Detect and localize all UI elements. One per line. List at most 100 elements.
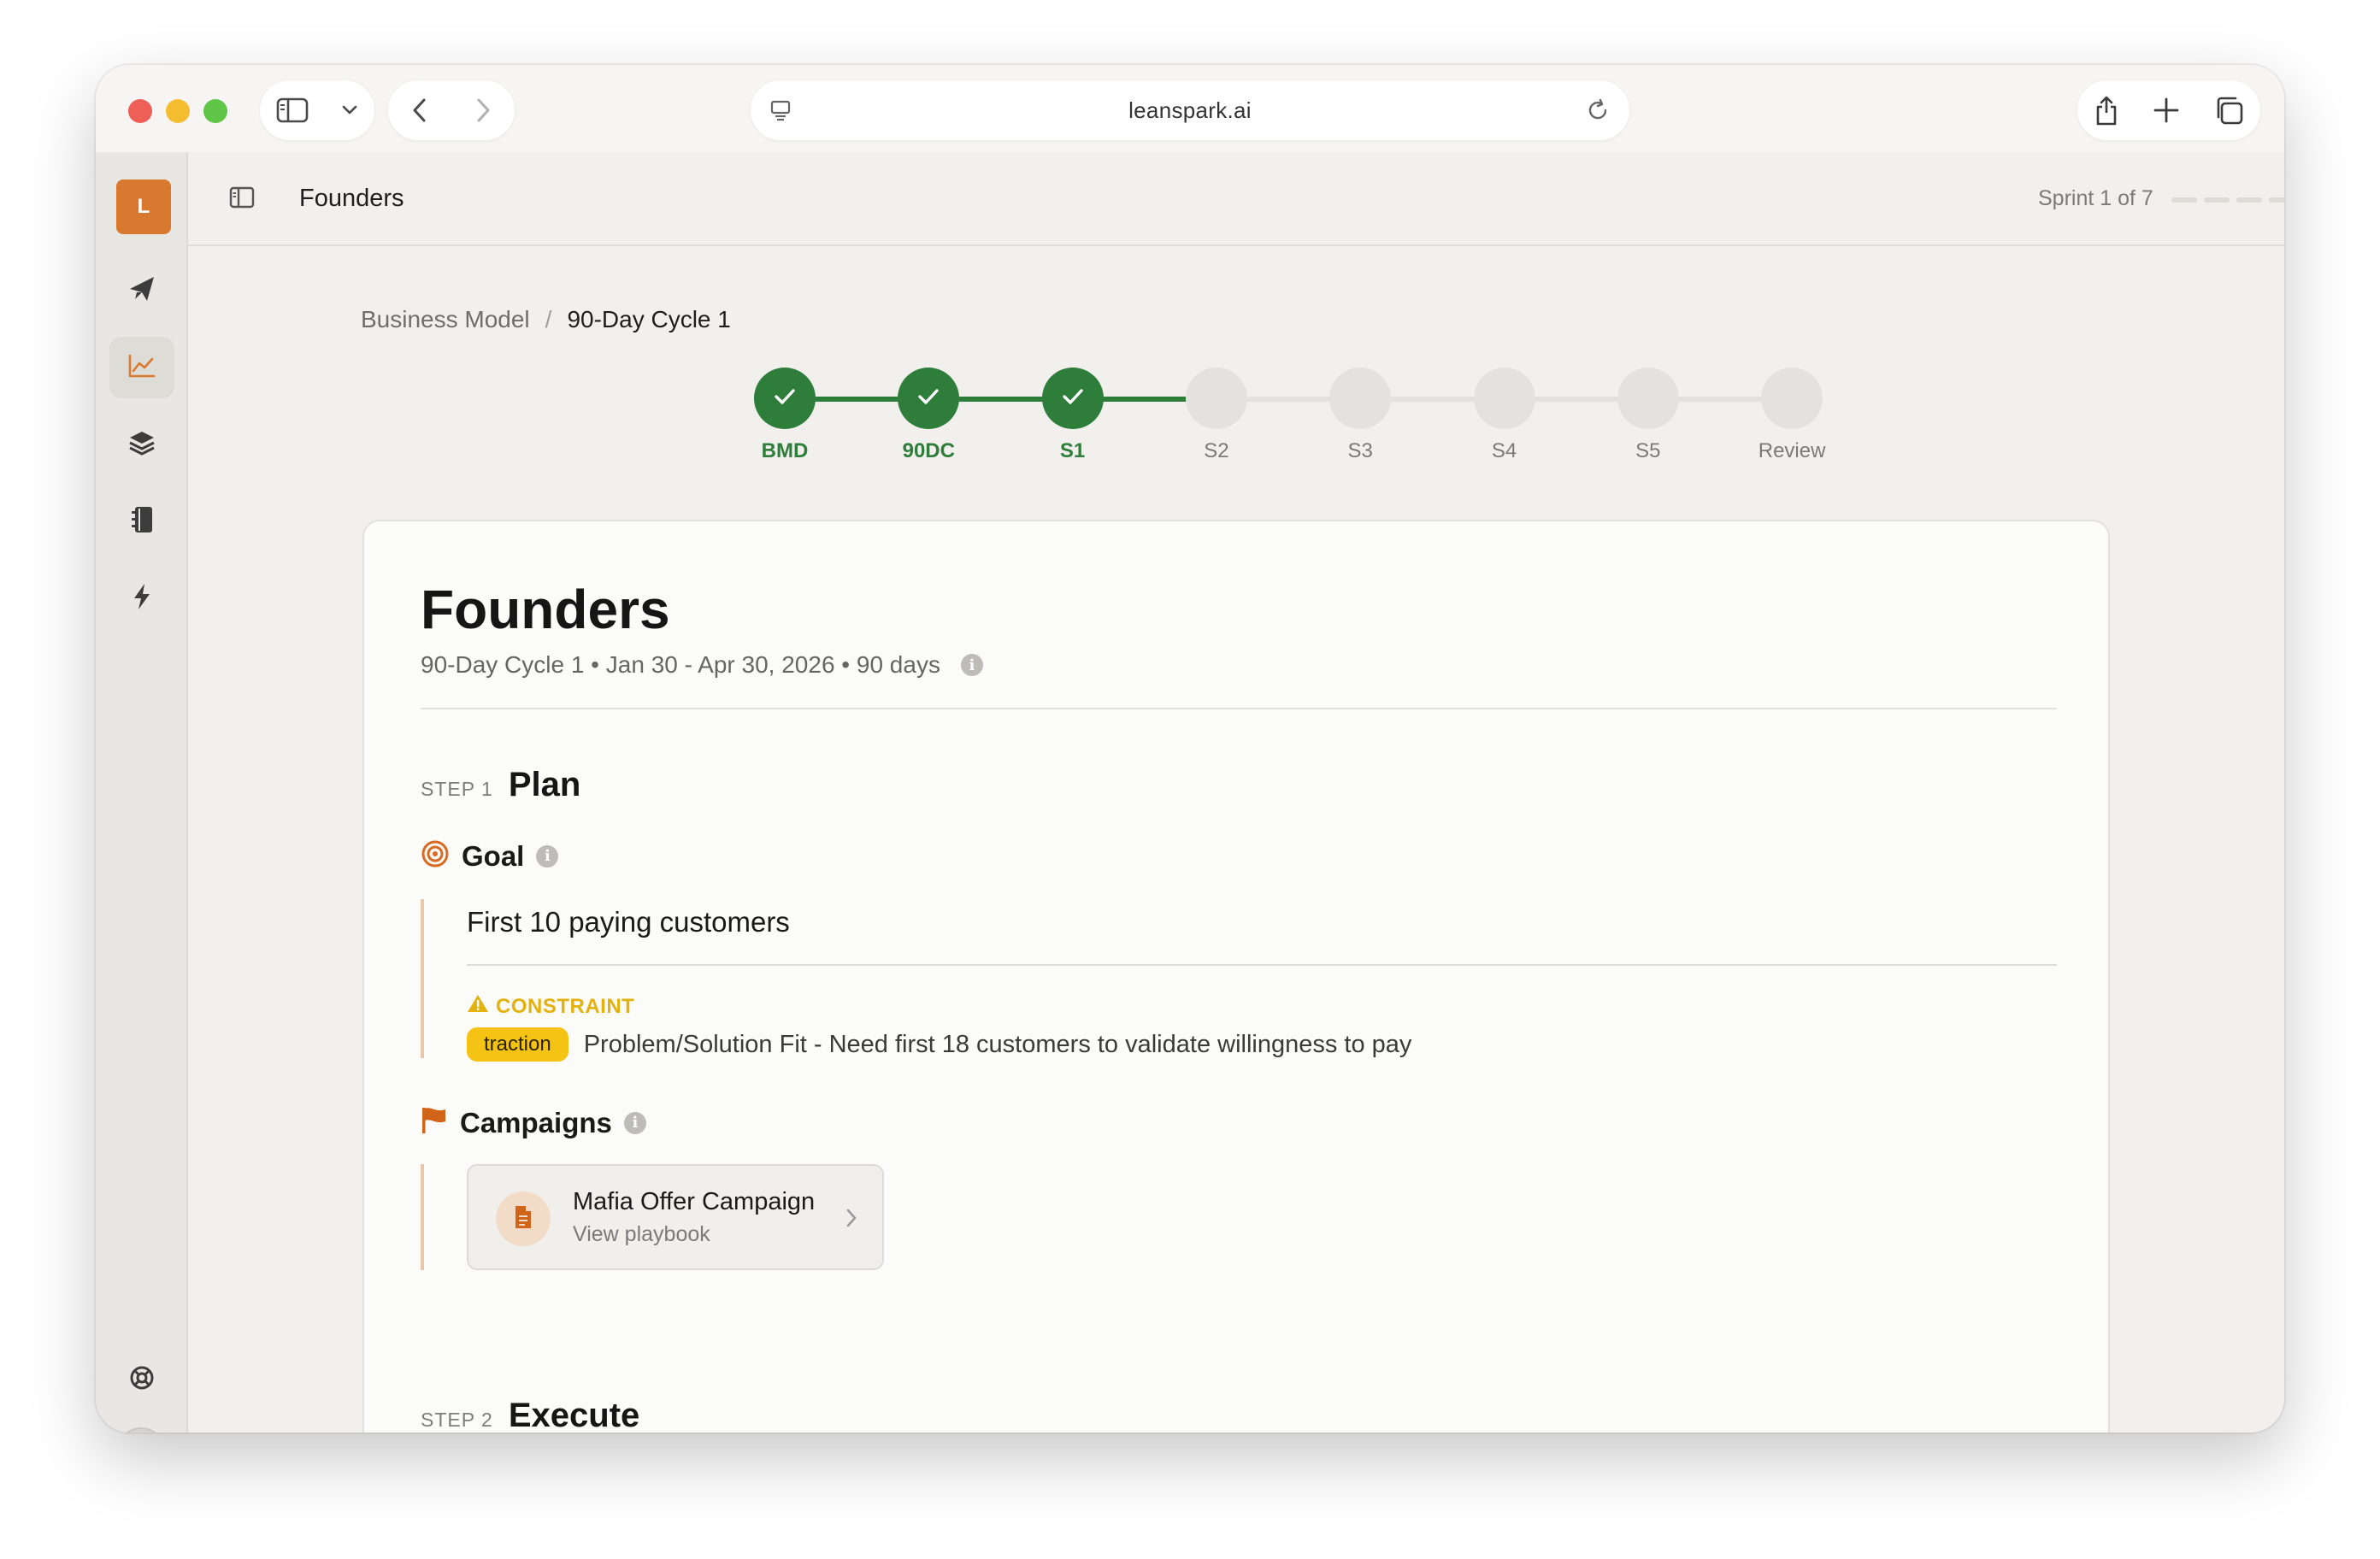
sidebar-item-layers[interactable] (109, 414, 174, 475)
minimize-window-button[interactable] (166, 99, 190, 123)
forward-icon[interactable] (474, 97, 492, 123)
cycle-meta: 90-Day Cycle 1 • Jan 30 - Apr 30, 2026 •… (421, 651, 940, 678)
constraint-text: Problem/Solution Fit - Need first 18 cus… (583, 1030, 1412, 1058)
breadcrumb-current: 90-Day Cycle 1 (567, 306, 731, 332)
stepper-step-s3[interactable] (1329, 368, 1392, 429)
close-window-button[interactable] (128, 99, 152, 123)
zoom-window-button[interactable] (203, 99, 227, 123)
site-settings-icon[interactable] (769, 99, 792, 126)
stepper-connector (1245, 397, 1332, 402)
browser-actions (2077, 80, 2260, 140)
panel-toggle-icon[interactable] (229, 186, 255, 213)
rocket-icon (127, 274, 157, 309)
stepper-connector (1533, 397, 1619, 402)
stepper-connector (814, 397, 900, 402)
app-logo[interactable]: L (116, 179, 171, 234)
breadcrumb: Business Model / 90-Day Cycle 1 (361, 306, 731, 333)
stepper-connector (957, 397, 1044, 402)
stepper-label: S1 (1059, 439, 1086, 462)
campaigns-heading: Campaigns i (421, 1106, 646, 1139)
chevron-down-icon[interactable] (341, 104, 358, 116)
stepper-step-s5[interactable] (1617, 368, 1679, 429)
address-bar[interactable]: leanspark.ai (751, 80, 1629, 140)
browser-window: leanspark.ai L Founders Sprint 1 of 7 Bu… (96, 65, 2284, 1433)
stepper-step-90dc[interactable] (898, 368, 960, 429)
sidebar-item-analytics[interactable] (109, 337, 174, 398)
app-sidebar: L (96, 152, 188, 1433)
info-icon[interactable]: i (623, 1111, 646, 1134)
url-text: leanspark.ai (1128, 97, 1252, 123)
info-icon[interactable]: i (536, 844, 559, 868)
stepper-label: 90DC (902, 439, 955, 462)
stepper-step-s4[interactable] (1473, 368, 1535, 429)
constraint-heading: CONSTRAINT (467, 993, 634, 1020)
campaigns-title: Campaigns (460, 1106, 612, 1138)
user-avatar[interactable]: AM (116, 1427, 166, 1433)
share-icon[interactable] (2094, 94, 2119, 126)
goal-title: Goal (462, 839, 525, 872)
constraint-row: traction Problem/Solution Fit - Need fir… (467, 1027, 1411, 1062)
info-icon[interactable]: i (960, 654, 983, 676)
app-topbar: Founders Sprint 1 of 7 (188, 152, 2284, 246)
stepper-step-s2[interactable] (1185, 368, 1247, 429)
check-icon (916, 386, 941, 411)
back-icon[interactable] (411, 97, 428, 123)
stepper-connector (1101, 397, 1187, 402)
cycle-subtitle: 90-Day Cycle 1 • Jan 30 - Apr 30, 2026 •… (421, 651, 983, 679)
help-lifebuoy-icon (128, 1364, 156, 1396)
reload-icon[interactable] (1585, 97, 1611, 127)
layers-icon (127, 429, 156, 461)
tab-overview-icon[interactable] (2213, 95, 2244, 126)
page-title: Founders (299, 185, 404, 212)
stepper-step-bmd[interactable] (754, 368, 816, 429)
document-icon (513, 1204, 533, 1234)
divider (421, 708, 2057, 709)
chevron-right-icon (845, 1207, 858, 1233)
target-icon (421, 839, 450, 873)
cycle-card: Founders 90-Day Cycle 1 • Jan 30 - Apr 3… (362, 520, 2110, 1433)
notebook-icon (129, 505, 155, 538)
sidebar-item-notebook[interactable] (109, 491, 174, 552)
sprint-segment (2236, 197, 2262, 203)
campaign-card[interactable]: Mafia Offer Campaign View playbook (467, 1164, 884, 1270)
browser-toolbar: leanspark.ai (96, 65, 2284, 152)
constraint-label: CONSTRAINT (496, 994, 635, 1018)
stepper-step-review[interactable] (1761, 368, 1823, 429)
warning-icon (467, 993, 489, 1020)
step-name: Execute (508, 1397, 640, 1433)
stepper-label: S3 (1347, 439, 1373, 462)
goal-text[interactable]: First 10 paying customers (467, 906, 790, 938)
check-icon (1060, 386, 1086, 411)
constraint-tag: traction (467, 1027, 568, 1062)
step-kicker: STEP 1 (421, 778, 493, 800)
stepper-label: BMD (761, 439, 809, 462)
stepper-label: Review (1758, 439, 1826, 462)
stepper-label: S2 (1204, 439, 1229, 462)
campaign-playbook-link[interactable]: View playbook (573, 1222, 710, 1247)
flag-icon (421, 1106, 448, 1139)
step-2-heading: STEP 2 Execute (421, 1397, 639, 1433)
new-tab-icon[interactable] (2153, 97, 2180, 124)
sprint-segment (2204, 197, 2230, 203)
step-name: Plan (508, 766, 581, 803)
goal-block: First 10 paying customers CONSTRAINT tra… (421, 899, 2057, 1062)
step-kicker: STEP 2 (421, 1409, 493, 1431)
check-icon (772, 386, 798, 411)
browser-sidebar-toggle[interactable] (260, 80, 374, 140)
step-1-heading: STEP 1 Plan (421, 766, 580, 804)
stepper-label: S5 (1635, 439, 1661, 462)
goal-heading: Goal i (421, 839, 559, 873)
stepper-step-s1[interactable] (1041, 368, 1104, 429)
campaign-title: Mafia Offer Campaign (573, 1188, 816, 1215)
cycle-title: Founders (421, 579, 670, 640)
breadcrumb-business-model[interactable]: Business Model (361, 306, 530, 333)
sidebar-item-help[interactable] (109, 1349, 174, 1410)
stepper-connector (1676, 397, 1764, 402)
campaigns-list: Mafia Offer Campaign View playbook (421, 1164, 899, 1270)
sidebar-item-actions[interactable] (109, 568, 174, 629)
sidebar-item-launch[interactable] (109, 260, 174, 321)
line-chart-icon (127, 353, 156, 383)
stepper-connector (1389, 397, 1476, 402)
sprint-segment (2269, 197, 2284, 203)
sprint-progress-label: Sprint 1 of 7 (2038, 186, 2153, 210)
